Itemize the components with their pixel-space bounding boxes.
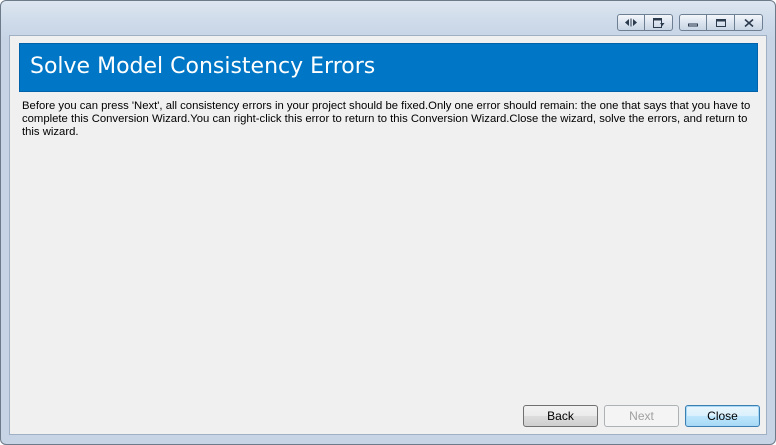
maximize-button[interactable] <box>707 14 735 31</box>
close-icon <box>743 18 754 27</box>
close-window-button[interactable] <box>735 14 763 31</box>
window-state-controls <box>679 14 763 31</box>
page-title: Solve Model Consistency Errors <box>30 54 376 79</box>
dock-icon <box>652 17 665 28</box>
float-toggle-icon <box>624 18 638 27</box>
wizard-window: Solve Model Consistency Errors Before yo… <box>0 0 776 445</box>
maximize-icon <box>715 18 726 27</box>
next-button[interactable]: Next <box>604 405 679 427</box>
pane-controls <box>617 14 673 31</box>
float-toggle-button[interactable] <box>617 14 645 31</box>
close-button[interactable]: Close <box>685 405 760 427</box>
window-controls <box>617 14 763 31</box>
instructions-text: Before you can press 'Next', all consist… <box>22 100 751 138</box>
minimize-icon <box>688 19 698 27</box>
wizard-content: Solve Model Consistency Errors Before yo… <box>9 35 767 435</box>
minimize-button[interactable] <box>679 14 707 31</box>
back-button[interactable]: Back <box>523 405 598 427</box>
header-banner: Solve Model Consistency Errors <box>19 43 758 92</box>
dock-button[interactable] <box>645 14 673 31</box>
